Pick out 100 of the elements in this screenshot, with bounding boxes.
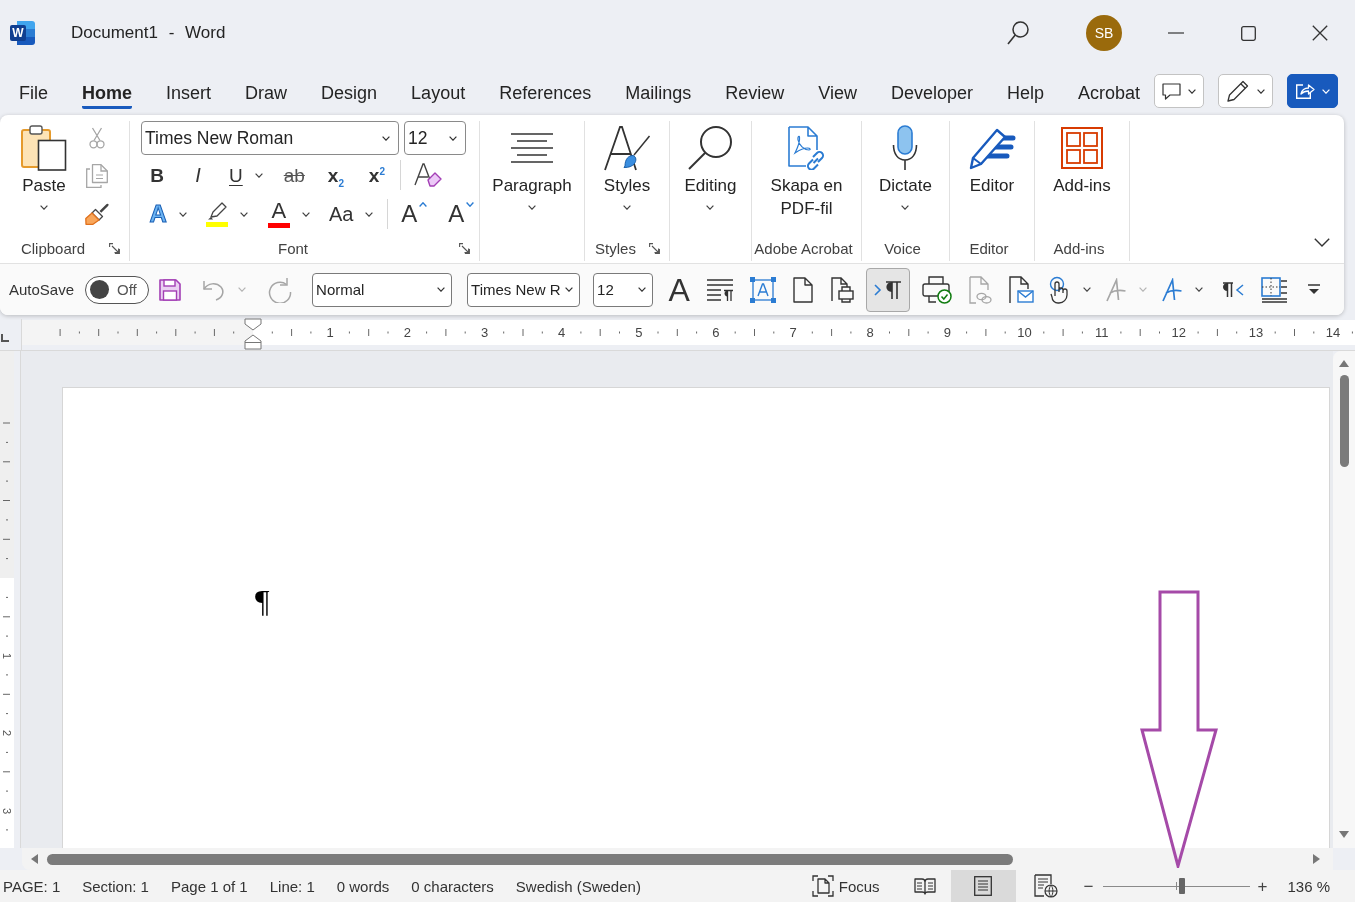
word-logo: W <box>10 21 35 45</box>
ribbon-tab[interactable]: Draw <box>245 74 288 109</box>
caret-icon <box>449 135 457 141</box>
print-layout-button[interactable] <box>950 870 1016 902</box>
tab-stop-icon[interactable] <box>1 333 9 342</box>
share-button[interactable] <box>1287 74 1338 108</box>
status-text: Line: 1 <box>269 877 315 895</box>
style-dropdown[interactable]: Normal <box>312 272 453 307</box>
ribbon-tab[interactable]: Help <box>1007 74 1045 109</box>
page-envelope-icon <box>1008 275 1035 304</box>
font-name-dropdown[interactable]: Times New Roman <box>141 121 399 155</box>
microphone-icon <box>892 125 919 171</box>
scroll-right-icon[interactable] <box>1313 854 1320 864</box>
open-book-icon <box>913 877 936 895</box>
paragraph-button[interactable]: Paragraph <box>488 121 576 210</box>
autosave-label: AutoSave <box>9 281 75 298</box>
editor-button[interactable]: Editor <box>964 121 1020 197</box>
print-preview-icon <box>830 276 855 303</box>
font-size-dropdown[interactable]: 12 <box>404 121 466 155</box>
grow-font-button[interactable]: A <box>396 200 433 228</box>
ribbon-tab[interactable]: View <box>818 74 857 109</box>
ribbon-tab[interactable]: Insert <box>166 74 212 109</box>
scroll-left-icon[interactable] <box>31 854 38 864</box>
toggle-knob-icon <box>90 280 110 299</box>
ruler-number: 7 <box>789 325 797 340</box>
letter-brush-icon <box>603 124 651 172</box>
strikethrough-button[interactable]: ab <box>277 161 311 189</box>
change-case-button[interactable]: Aa <box>324 200 378 228</box>
status-text: PAGE: 1 <box>3 877 61 895</box>
ruler-number: 5 <box>635 325 643 340</box>
font-button[interactable]: A <box>660 267 699 312</box>
copy-icon <box>86 164 108 188</box>
horizontal-scrollbar-thumb[interactable] <box>47 853 1013 865</box>
underline-button[interactable]: U <box>223 161 269 189</box>
blank-page-icon <box>793 276 814 303</box>
editing-mode-button[interactable] <box>1218 74 1273 108</box>
ruler-number: 13 <box>1248 325 1264 340</box>
caret-icon <box>382 135 390 141</box>
page-globe-icon <box>1033 874 1058 898</box>
ribbon-tab[interactable]: Home <box>82 74 133 109</box>
speech-bubble-icon <box>1162 82 1181 100</box>
bold-button[interactable]: B <box>141 161 173 189</box>
dictate-button[interactable]: Dictate <box>875 121 936 210</box>
autosave-toggle[interactable]: Off <box>85 275 150 304</box>
ribbon-tab[interactable]: Mailings <box>625 74 692 109</box>
status-text: Section: 1 <box>82 877 149 895</box>
ribbon-tab[interactable]: Review <box>725 74 785 109</box>
paste-button[interactable]: Paste <box>12 121 76 210</box>
zoom-in-button[interactable]: + <box>1256 877 1269 895</box>
ribbon-tab[interactable]: Layout <box>411 74 466 109</box>
focus-button[interactable]: Focus <box>809 870 882 902</box>
launcher-icon <box>649 242 660 254</box>
editing-button[interactable]: Editing <box>680 121 741 210</box>
font-dropdown[interactable]: Times New R <box>467 272 581 307</box>
superscript-button[interactable]: x$^{2}$ <box>360 161 393 189</box>
shrink-font-button[interactable]: A <box>443 200 479 228</box>
borders-icon <box>1261 276 1288 303</box>
zoom-level-button[interactable]: 136 % <box>1287 877 1330 895</box>
styles-button[interactable]: Styles <box>599 121 655 210</box>
ruler-number: 1 <box>326 325 334 340</box>
ink-letter-icon <box>1105 277 1128 302</box>
zoom-slider-thumb[interactable] <box>1178 878 1185 894</box>
ribbon-tab[interactable]: References <box>499 74 592 109</box>
ruler-number: 11 <box>1094 325 1109 340</box>
group-label: Add-ins <box>1052 239 1106 257</box>
ribbon-tab[interactable]: Developer <box>891 74 974 109</box>
font-color-button[interactable]: A <box>263 200 314 228</box>
font-size-dropdown[interactable]: 12 <box>593 272 654 307</box>
undo-icon <box>202 278 227 301</box>
vertical-ruler-number: 1 <box>1 651 13 661</box>
comments-button[interactable] <box>1154 74 1204 108</box>
ribbon-tab[interactable]: Design <box>321 74 378 109</box>
redo-icon <box>267 276 294 303</box>
group-label: Adobe Acrobat <box>753 239 854 257</box>
indent-marker-icon[interactable] <box>244 318 262 350</box>
show-hide-marks-button[interactable] <box>866 267 911 312</box>
eraser-letter-icon <box>413 162 442 188</box>
scroll-up-icon[interactable] <box>1339 360 1349 367</box>
caret-icon <box>1257 88 1265 94</box>
vertical-scrollbar-thumb[interactable] <box>1339 375 1349 467</box>
group-label: Clipboard <box>19 239 87 257</box>
ribbon-tab[interactable]: File <box>19 74 48 109</box>
pen-lines-icon <box>968 126 1016 170</box>
share-icon <box>1295 82 1315 100</box>
scroll-down-icon[interactable] <box>1339 831 1349 838</box>
paragraph-mark: ¶ <box>255 585 270 617</box>
ruler-number: 3 <box>480 325 489 340</box>
status-text: 0 words <box>336 877 390 895</box>
close-icon <box>1311 25 1328 41</box>
ruler-number: 2 <box>403 325 411 340</box>
create-pdf-button[interactable]: Skapa en PDF-fil <box>754 121 859 220</box>
ribbon-tab[interactable]: Acrobat <box>1078 74 1141 109</box>
italic-button[interactable]: I <box>182 161 214 189</box>
ruler-number: 9 <box>943 325 951 340</box>
group-label: Editor <box>968 239 1010 257</box>
zoom-out-button[interactable]: − <box>1082 877 1095 895</box>
subscript-button[interactable]: x$_{2}$ <box>319 161 352 189</box>
page-lines-icon <box>974 876 993 896</box>
add-ins-button[interactable]: Add-ins <box>1049 121 1115 197</box>
account-avatar[interactable]: SB <box>1086 15 1122 51</box>
